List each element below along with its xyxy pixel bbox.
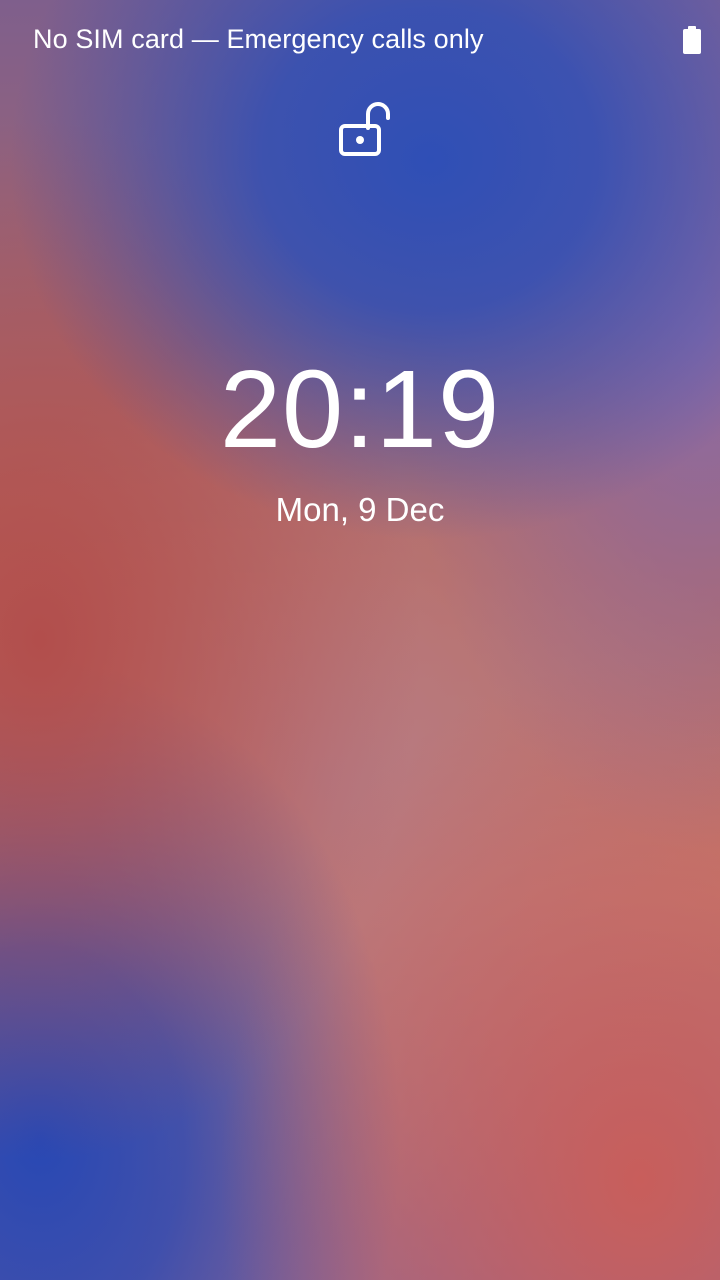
battery-full-icon — [683, 26, 701, 54]
lock-screen[interactable]: No SIM card — Emergency calls only 20:19… — [0, 0, 720, 1280]
status-bar: No SIM card — Emergency calls only — [0, 0, 720, 82]
carrier-status-text: No SIM card — Emergency calls only — [33, 24, 484, 54]
lock-open-icon[interactable] — [338, 100, 390, 158]
lockscreen-date: Mon, 9 Dec — [275, 491, 445, 528]
lockscreen-clock: 20:19 — [219, 348, 501, 471]
